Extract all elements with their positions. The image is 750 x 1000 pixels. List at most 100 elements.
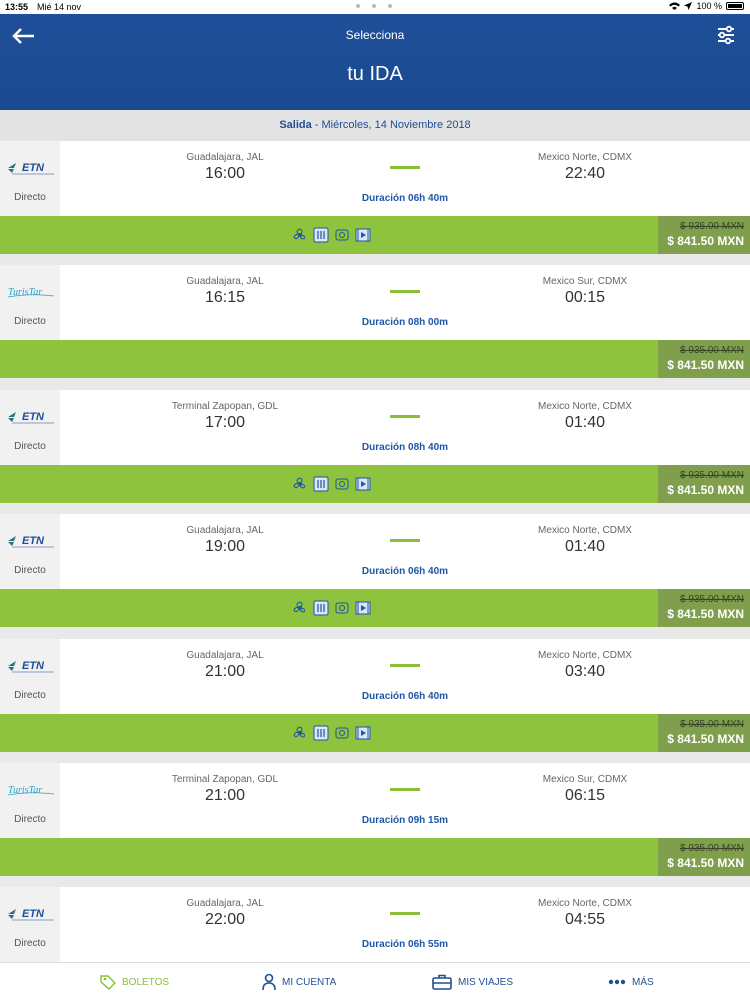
- arrival-time: 00:15: [564, 289, 606, 307]
- price-bar[interactable]: $ 935.00 MXN $ 841.50 MXN: [0, 713, 750, 752]
- header: Selecciona tu IDA: [0, 14, 750, 110]
- status-date: Mié 14 nov: [37, 2, 82, 12]
- price-bar[interactable]: $ 935.00 MXN $ 841.50 MXN: [0, 589, 750, 628]
- status-time: 13:55: [5, 2, 29, 12]
- movie-icon: [355, 227, 371, 243]
- page-title: tu IDA: [347, 63, 403, 85]
- amenities: [292, 476, 371, 492]
- origin: Guadalajara, JAL 16:00: [125, 141, 325, 183]
- origin-place: Guadalajara, JAL: [186, 898, 264, 910]
- filter-sliders-icon[interactable]: [716, 24, 736, 46]
- price-bar[interactable]: $ 935.00 MXN $ 841.50 MXN: [0, 216, 750, 254]
- carrier-logo-cell: ETN Directo: [0, 638, 60, 714]
- trip-card[interactable]: TurisTar Directo Guadalajara, JAL 16:15 …: [0, 265, 750, 379]
- bottom-nav: BOLETOS MI CUENTA MIS VIAJES MÁS: [0, 962, 750, 1000]
- destination: Mexico Sur, CDMX 06:15: [485, 763, 685, 805]
- origin: Terminal Zapopan, GDL 21:00: [125, 763, 325, 805]
- svg-text:ETN: ETN: [22, 411, 45, 423]
- duration: Duración 08h 00m: [361, 317, 449, 329]
- app-root: 13:55 Mié 14 nov 100 % Selecciona tu IDA…: [0, 0, 750, 1000]
- price-bar[interactable]: $ 935.00 MXN $ 841.50 MXN: [0, 464, 750, 503]
- headphones-icon: [334, 476, 350, 492]
- price-bar[interactable]: $ 935.00 MXN $ 841.50 MXN: [0, 340, 750, 379]
- battery-icon: [726, 2, 744, 10]
- price-box[interactable]: $ 935.00 MXN $ 841.50 MXN: [658, 589, 750, 628]
- route-type: Directo: [14, 565, 46, 577]
- multitask-dots: [356, 4, 392, 8]
- destination-place: Mexico Norte, CDMX: [538, 400, 632, 412]
- trip-card[interactable]: ETN Directo Guadalajara, JAL 16:00 Mexic…: [0, 141, 750, 254]
- fan-icon: [292, 476, 308, 492]
- amenities: [292, 725, 371, 741]
- header-subtitle: Selecciona: [345, 28, 405, 42]
- headphones-icon: [334, 600, 350, 616]
- origin-place: Guadalajara, JAL: [186, 525, 264, 537]
- destination: Mexico Norte, CDMX 03:40: [485, 639, 685, 681]
- destination-place: Mexico Norte, CDMX: [538, 898, 632, 910]
- nav-boletos[interactable]: BOLETOS: [100, 963, 169, 1000]
- departure-time: 21:00: [204, 787, 246, 804]
- nav-mi-cuenta[interactable]: MI CUENTA: [262, 963, 336, 1000]
- destination-place: Mexico Norte, CDMX: [538, 525, 632, 537]
- destination: Mexico Norte, CDMX 22:40: [485, 141, 685, 183]
- arrival-time: 01:40: [564, 413, 606, 431]
- discount-price: $ 841.50 MXN: [667, 607, 744, 622]
- food-icon: [313, 725, 329, 741]
- duration: Duración 06h 40m: [361, 690, 449, 702]
- route-type: Directo: [14, 938, 46, 950]
- duration: Duración 06h 55m: [361, 939, 449, 951]
- destination-place: Mexico Norte, CDMX: [538, 152, 632, 163]
- nav-mas-label: MÁS: [632, 976, 654, 988]
- trip-card[interactable]: ETN Directo Guadalajara, JAL 21:00 Mexic…: [0, 638, 750, 752]
- route-dash: [390, 166, 420, 169]
- route-dash: [390, 788, 420, 791]
- duration: Duración 06h 40m: [361, 566, 449, 578]
- original-price: $ 935.00 MXN: [680, 221, 744, 232]
- trip-card[interactable]: ETN Directo Guadalajara, JAL 22:00 Mexic…: [0, 887, 750, 966]
- trip-card[interactable]: ETN Directo Terminal Zapopan, GDL 17:00 …: [0, 389, 750, 503]
- nav-mis-viajes[interactable]: MIS VIAJES: [432, 963, 513, 1000]
- price-box[interactable]: $ 935.00 MXN $ 841.50 MXN: [658, 838, 750, 876]
- arrival-time: 06:15: [564, 787, 606, 804]
- carrier-logo-cell: ETN Directo: [0, 389, 60, 465]
- route-dash: [390, 539, 420, 543]
- discount-price: $ 841.50 MXN: [667, 482, 744, 497]
- destination-place: Mexico Sur, CDMX: [542, 774, 628, 785]
- destination: Mexico Norte, CDMX 01:40: [485, 390, 685, 432]
- route-dash: [390, 912, 420, 916]
- destination: Mexico Norte, CDMX 04:55: [485, 887, 685, 929]
- discount-price: $ 841.50 MXN: [667, 731, 744, 746]
- amenities: [292, 227, 371, 243]
- trip-card[interactable]: TurisTar Directo Terminal Zapopan, GDL 2…: [0, 763, 750, 876]
- trip-card[interactable]: ETN Directo Guadalajara, JAL 19:00 Mexic…: [0, 514, 750, 628]
- price-box[interactable]: $ 935.00 MXN $ 841.50 MXN: [658, 216, 750, 254]
- nav-mas[interactable]: MÁS: [608, 963, 654, 1000]
- price-box[interactable]: $ 935.00 MXN $ 841.50 MXN: [658, 464, 750, 503]
- wifi-icon: [669, 2, 681, 10]
- duration: Duración 06h 40m: [361, 193, 449, 204]
- price-box[interactable]: $ 935.00 MXN $ 841.50 MXN: [658, 713, 750, 752]
- arrival-time: 01:40: [564, 538, 606, 556]
- origin-place: Terminal Zapopan, GDL: [171, 774, 279, 785]
- food-icon: [313, 600, 329, 616]
- carrier-logo-cell: ETN Directo: [0, 887, 60, 963]
- nav-mis-viajes-label: MIS VIAJES: [458, 976, 514, 988]
- arrival-time: 22:40: [564, 165, 606, 182]
- svg-text:ETN: ETN: [22, 535, 45, 547]
- departure-time: 22:00: [204, 911, 246, 929]
- origin: Guadalajara, JAL 19:00: [125, 514, 325, 556]
- status-bar: 13:55 Mié 14 nov 100 %: [0, 0, 750, 14]
- departure-time: 21:00: [204, 662, 246, 680]
- price-box[interactable]: $ 935.00 MXN $ 841.50 MXN: [658, 340, 750, 379]
- discount-price: $ 841.50 MXN: [667, 358, 744, 373]
- route-dash: [390, 414, 420, 418]
- route-type: Directo: [14, 316, 46, 328]
- svg-text:ETN: ETN: [22, 660, 45, 672]
- arrival-time: 04:55: [564, 911, 606, 929]
- original-price: $ 935.00 MXN: [680, 469, 744, 481]
- fan-icon: [292, 600, 308, 616]
- movie-icon: [355, 476, 371, 492]
- origin: Guadalajara, JAL 21:00: [125, 639, 325, 681]
- user-icon: [262, 973, 276, 991]
- price-bar[interactable]: $ 935.00 MXN $ 841.50 MXN: [0, 838, 750, 876]
